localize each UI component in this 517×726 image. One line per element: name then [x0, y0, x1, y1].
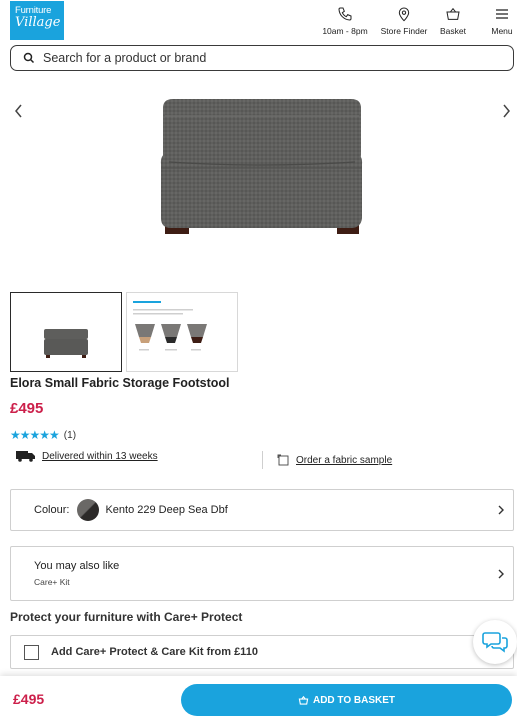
add-to-basket-button[interactable]: ADD TO BASKET: [181, 684, 512, 716]
menu-button[interactable]: Menu: [487, 6, 517, 36]
fabric-swatch-icon: [277, 454, 289, 466]
phone-icon: [338, 7, 352, 21]
rating-stars: ★★★★★: [10, 428, 60, 442]
product-price: £495: [10, 400, 44, 417]
colour-value: Kento 229 Deep Sea Dbf: [105, 504, 228, 516]
opening-hours-label: 10am - 8pm: [322, 26, 368, 36]
care-protect-checkbox[interactable]: [24, 644, 39, 660]
chevron-left-icon: [15, 104, 22, 118]
chat-button[interactable]: [473, 620, 517, 664]
also-like-title: You may also like: [34, 560, 120, 572]
care-protect-heading: Protect your furniture with Care+ Protec…: [10, 610, 243, 624]
thumbnail-footstool-image: [44, 329, 88, 358]
product-title: Elora Small Fabric Storage Footstool: [10, 376, 230, 390]
delivery-link[interactable]: Delivered within 13 weeks: [42, 451, 158, 462]
delivery-truck-icon: [16, 451, 35, 462]
sticky-add-to-basket-bar: £495 ADD TO BASKET: [0, 676, 517, 726]
colour-selector[interactable]: Colour: Kento 229 Deep Sea Dbf: [10, 489, 514, 531]
colour-swatch: [77, 499, 100, 521]
opening-hours-link[interactable]: 10am - 8pm: [319, 6, 371, 36]
thumbnail-product-photo[interactable]: [10, 292, 122, 372]
delivery-info: Delivered within 13 weeks: [16, 450, 158, 462]
furniture-village-logo[interactable]: Furniture Village: [10, 1, 64, 40]
also-like-item: Care+ Kit: [34, 577, 70, 587]
review-count: (1): [63, 429, 77, 441]
chevron-right-icon: [503, 104, 510, 118]
care-protect-option[interactable]: Add Care+ Protect & Care Kit from £110: [10, 635, 514, 669]
hamburger-menu-icon: [496, 9, 508, 19]
divider: [262, 451, 263, 469]
fabric-sample-link[interactable]: Order a fabric sample: [277, 454, 392, 466]
location-pin-icon: [398, 7, 410, 22]
also-like-selector[interactable]: You may also like Care+ Kit: [10, 546, 514, 601]
search-icon: [23, 52, 35, 64]
product-rating[interactable]: ★★★★★ (1): [10, 428, 76, 442]
fabric-sample-label: Order a fabric sample: [296, 454, 393, 466]
basket-icon: [298, 695, 309, 705]
chat-bubbles-icon: [482, 632, 508, 653]
chevron-right-icon: [498, 505, 504, 515]
add-to-basket-label: ADD TO BASKET: [312, 694, 396, 706]
logo-line-2: Village: [15, 15, 61, 30]
search-input[interactable]: [43, 51, 483, 65]
store-finder-link[interactable]: Store Finder: [376, 6, 432, 36]
sticky-price: £495: [13, 691, 45, 707]
menu-label: Menu: [491, 26, 513, 36]
gallery-next-button[interactable]: [497, 102, 515, 120]
product-main-image[interactable]: [155, 96, 367, 236]
care-protect-label: Add Care+ Protect & Care Kit from £110: [51, 646, 258, 658]
thumbnail-feet-image: [133, 301, 207, 351]
chevron-right-icon: [498, 569, 504, 578]
colour-label: Colour:: [34, 504, 70, 516]
site-header: Furniture Village 10am - 8pm Store Finde…: [0, 0, 517, 42]
thumbnail-feet-variations[interactable]: [126, 292, 238, 372]
basket-label: Basket: [440, 26, 466, 36]
gallery-prev-button[interactable]: [10, 102, 28, 120]
basket-link[interactable]: Basket: [436, 6, 470, 36]
basket-icon: [446, 7, 460, 20]
store-finder-label: Store Finder: [380, 26, 428, 36]
search-bar[interactable]: [10, 45, 514, 71]
